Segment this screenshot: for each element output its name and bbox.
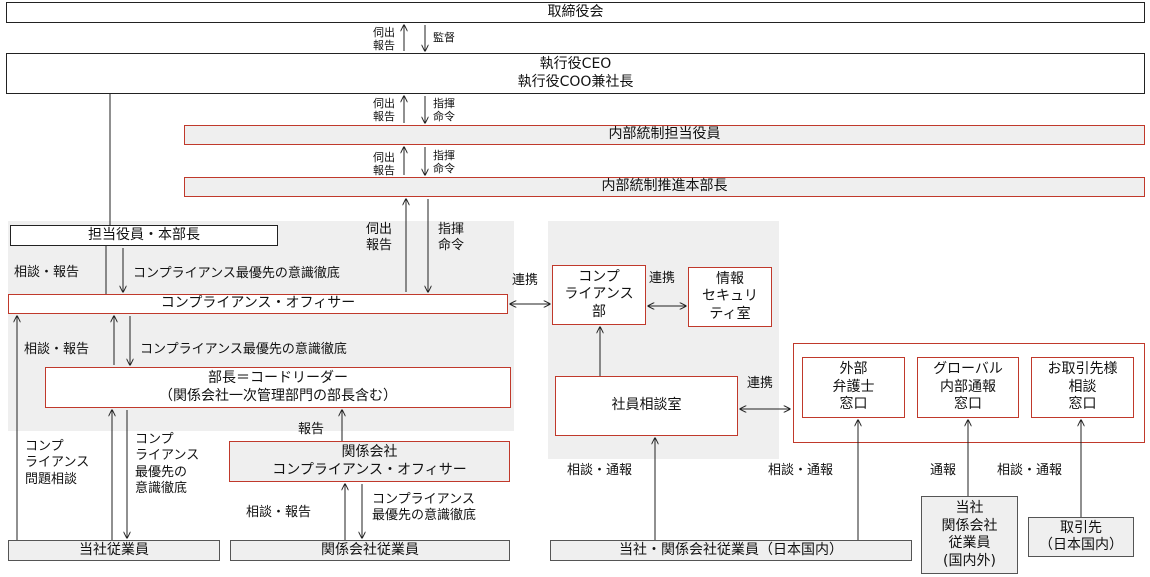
label-priority-1: コンプライアンス最優先の意識徹底 [133, 266, 340, 281]
label-report-up-1: 伺出 報告 [373, 26, 395, 53]
label-priority-3: コンプ ライアンス 最優先の 意識徹底 [135, 432, 200, 496]
label-priority-2: コンプライアンス最優先の意識徹底 [140, 342, 347, 357]
label-consult-report-1: 相談・報告 [14, 265, 80, 280]
label-link-1: 連携 [512, 273, 539, 288]
label-compliance-issue: コンプ ライアンス 問題相談 [25, 439, 90, 487]
label-consult-notify-2: 相談・通報 [768, 463, 834, 478]
label-whistle: 通報 [930, 463, 957, 478]
label-priority-4: コンプライアンス 最優先の意識徹底 [372, 492, 477, 524]
label-consult-notify-1: 相談・通報 [567, 463, 633, 478]
label-report-up-2: 伺出 報告 [373, 97, 395, 124]
label-consult-notify-3: 相談・通報 [997, 463, 1063, 478]
label-report: 報告 [298, 422, 325, 437]
label-link-2: 連携 [649, 271, 676, 286]
label-consult-report-2: 相談・報告 [24, 342, 90, 357]
label-command-2: 指揮 命令 [433, 149, 455, 176]
label-report-up-4: 伺出 報告 [366, 222, 393, 254]
label-report-up-3: 伺出 報告 [373, 151, 395, 178]
label-consult-report-3: 相談・報告 [246, 505, 312, 520]
label-command-1: 指揮 命令 [433, 97, 455, 124]
label-link-3: 連携 [747, 376, 774, 391]
label-supervise: 監督 [433, 31, 455, 44]
label-command-3: 指揮 命令 [438, 222, 465, 254]
